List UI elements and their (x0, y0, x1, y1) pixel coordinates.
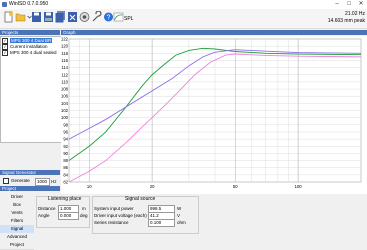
y-tick-label: 112 (61, 72, 68, 77)
distance-unit: m (82, 206, 86, 211)
y-tick-label: 102 (61, 108, 69, 113)
angle-unit: deg (80, 213, 88, 218)
y-tick-label: 92 (63, 144, 68, 149)
y-tick-label: 118 (61, 51, 68, 56)
generate-checkbox[interactable] (3, 178, 9, 184)
resistance-input[interactable]: 0.100 (148, 219, 175, 227)
nav-project[interactable]: Project (0, 241, 34, 250)
minimize-button[interactable]: – (331, 0, 343, 9)
spl-chart[interactable]: 122 120 118 116 114 112 110 108 106 104 102 100 98 96… (61, 36, 367, 194)
project-label: MPS 300 4 dual sealed (10, 50, 57, 56)
spl-label: SPL (124, 16, 134, 22)
voltage-unit: V (177, 213, 181, 218)
projects-list: ✓ MPS 300 4 Dual BR ✓ Current installation… (0, 36, 62, 143)
y-tick-label: 100 (61, 115, 69, 120)
save-icon[interactable] (31, 11, 42, 23)
y-tick-label: 106 (61, 94, 69, 99)
listening-place-title: Listening place (48, 196, 82, 202)
title-bar: WinISD 0.7.0.950 – □ ✕ (0, 0, 367, 9)
close-button[interactable]: ✕ (355, 0, 367, 9)
y-tick-label: 98 (63, 122, 68, 127)
project-nav: Driver Box Vents Filters Signal Advanced… (0, 193, 34, 250)
power-unit: W (177, 206, 182, 211)
signal-generator-header: Signal Generator (0, 170, 60, 175)
y-tick-label: 120 (61, 44, 69, 49)
save-all-icon[interactable] (55, 11, 66, 23)
graph-header: Graph (61, 30, 367, 35)
y-tick-label: 122 (61, 37, 69, 42)
projects-header: Projects (0, 30, 60, 35)
window-title: WinISD 0.7.0.950 (9, 1, 49, 7)
y-tick-label: 88 (63, 158, 68, 163)
y-tick-label: 94 (63, 137, 68, 142)
project-checkbox[interactable]: ✓ (2, 50, 8, 56)
resistance-unit: ohm (177, 220, 186, 225)
angle-input[interactable]: 0.000 (58, 212, 79, 220)
wrench-icon[interactable] (91, 11, 102, 23)
signal-source-title: Signal source (125, 196, 156, 202)
save-as-icon[interactable] (43, 11, 54, 23)
project-label: MPS 300 4 Dual BR (10, 38, 53, 44)
generator-frequency-input[interactable]: 1000 (35, 178, 50, 186)
y-tick-label: 86 (63, 165, 68, 170)
y-tick-label: 84 (63, 172, 68, 177)
y-tick-label: 108 (61, 87, 69, 92)
close-project-icon[interactable] (67, 11, 78, 23)
voltage-label: Driver input voltage (each) (94, 213, 147, 218)
x-tick-label: 50 (233, 184, 238, 189)
project-header: Project (0, 186, 60, 191)
x-tick-label: 10 (87, 184, 92, 189)
app-icon (2, 2, 7, 7)
new-project-icon[interactable] (3, 11, 14, 23)
generate-label: Generate (11, 178, 30, 184)
spl-icon[interactable] (113, 11, 124, 23)
excursion-readout: 14.603 mm peak (327, 18, 365, 24)
resistance-label: Series resistance (94, 220, 129, 225)
y-tick-label: 114 (61, 65, 68, 70)
driver-editor-icon[interactable] (79, 11, 90, 23)
power-label: System input power (94, 206, 134, 211)
angle-label: Angle (38, 213, 50, 218)
y-tick-label: 104 (61, 101, 69, 106)
y-tick-label: 96 (63, 129, 68, 134)
project-item[interactable]: ✓ MPS 300 4 dual sealed (2, 50, 60, 56)
distance-label: Distance (38, 206, 56, 211)
x-tick-label: 100 (295, 184, 303, 189)
cursor-frequency: 21.02 Hz (344, 11, 365, 17)
generate-toggle[interactable]: Generate (3, 178, 30, 184)
y-tick-label: 90 (63, 151, 68, 156)
y-tick-label: 110 (61, 79, 68, 84)
graph-area[interactable]: 122 120 118 116 114 112 110 108 106 104 102 100 98 96… (61, 36, 367, 194)
x-tick-label: 20 (150, 184, 155, 189)
y-tick-label: 82 (63, 180, 68, 185)
project-label: Current installation (10, 44, 48, 50)
y-tick-label: 116 (61, 58, 68, 63)
svg-text:?: ? (107, 15, 111, 22)
maximize-button[interactable]: □ (343, 0, 355, 9)
toolbar: ? SPL (0, 9, 367, 29)
frequency-unit: Hz (51, 179, 57, 184)
